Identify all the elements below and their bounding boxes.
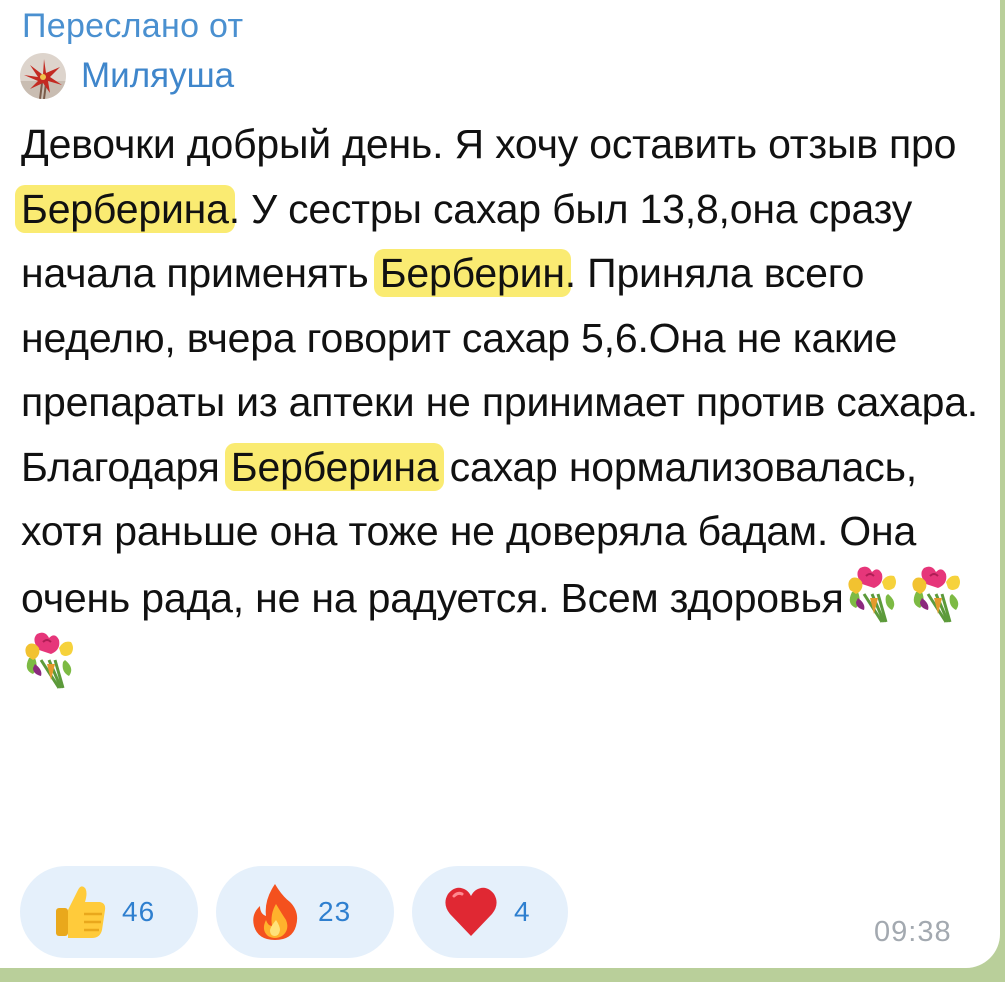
bouquet-icon xyxy=(844,564,900,626)
message-text: Девочки добрый день. Я хочу оставить отз… xyxy=(15,112,996,697)
thumbs-up-icon xyxy=(56,886,106,938)
highlighted-term: Берберин xyxy=(373,249,571,297)
sender-name[interactable]: Миляуша xyxy=(81,53,234,99)
message-bubble[interactable]: Переслано от Миляуша Девочки добрый день… xyxy=(0,0,1000,968)
heart-icon xyxy=(445,887,497,936)
reaction-fire[interactable]: 23 xyxy=(216,866,394,958)
flower-avatar-icon[interactable] xyxy=(20,53,66,99)
reaction-count: 4 xyxy=(514,896,531,927)
reaction-heart[interactable]: 4 xyxy=(412,866,568,958)
highlighted-term: Берберина xyxy=(15,184,235,233)
highlighted-term: Берберина xyxy=(224,442,445,491)
forwarded-sender[interactable]: Миляуша xyxy=(20,53,234,99)
message-timestamp: 09:38 xyxy=(874,916,952,948)
bouquet-icon xyxy=(21,630,77,692)
reaction-count: 23 xyxy=(318,896,352,927)
bouquet-icon xyxy=(908,564,964,626)
reaction-count: 46 xyxy=(122,896,156,927)
message-text-part: Девочки добрый день. Я хочу оставить отз… xyxy=(21,121,957,167)
fire-icon xyxy=(253,884,298,940)
forwarded-label: Переслано от xyxy=(22,7,244,45)
reactions-bar: 46 23 4 xyxy=(20,866,568,958)
reaction-thumbs-up[interactable]: 46 xyxy=(20,866,198,958)
